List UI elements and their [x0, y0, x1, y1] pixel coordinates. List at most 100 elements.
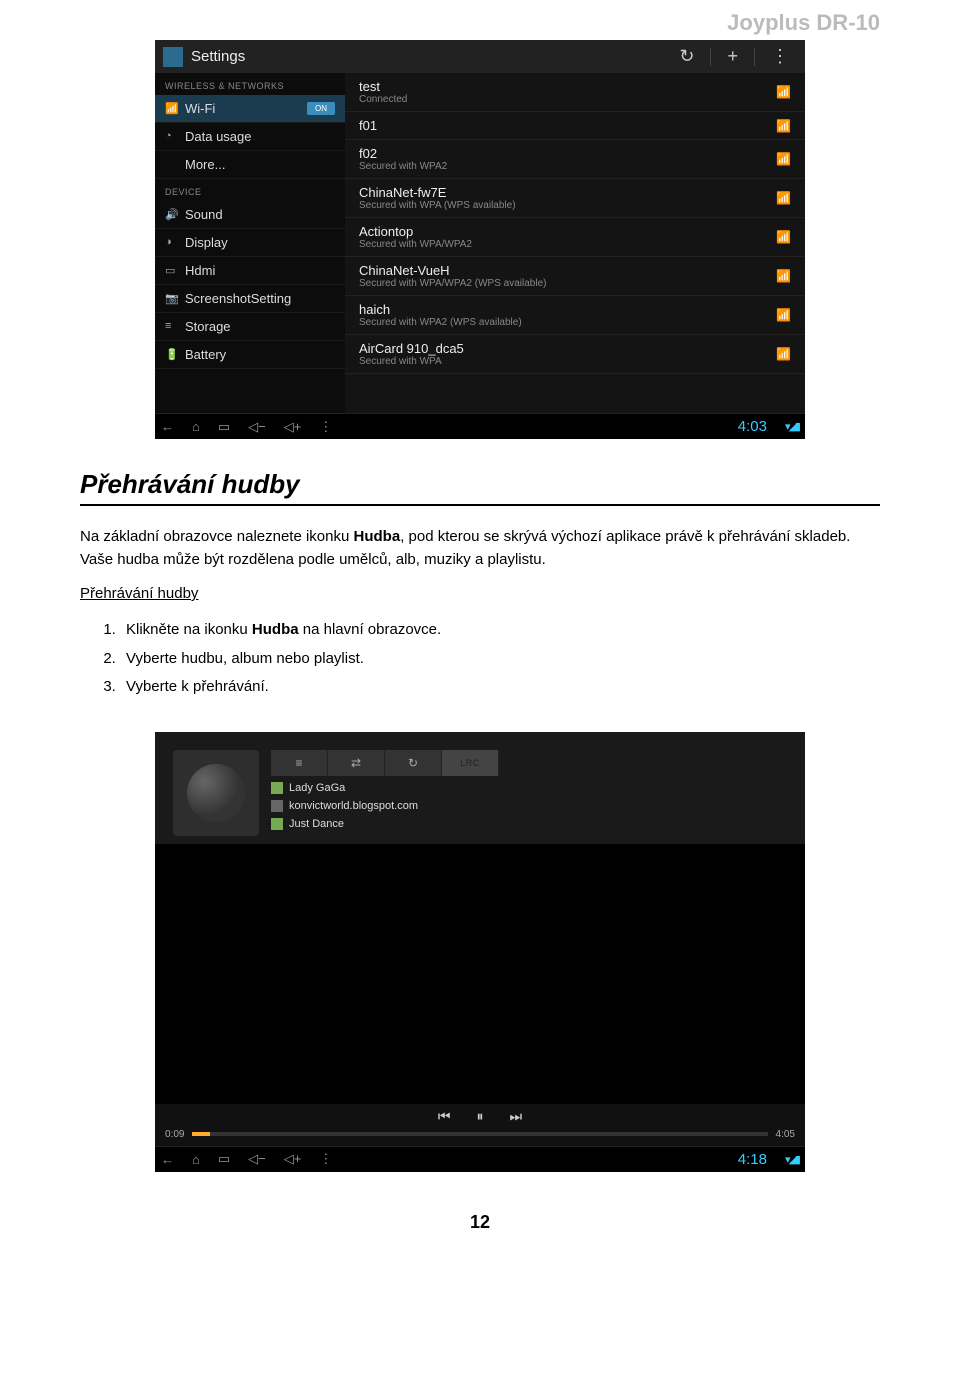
network-name: AirCard 910_dca5: [359, 341, 776, 356]
network-sub: Secured with WPA (WPS available): [359, 200, 776, 211]
next-track-icon[interactable]: ⏭: [510, 1108, 523, 1125]
sidebar-section-device: DEVICE: [155, 179, 345, 201]
wifi-network-item[interactable]: testConnected 📶: [345, 73, 805, 112]
network-sub: Secured with WPA: [359, 356, 776, 367]
wifi-signal-icon: 📶: [776, 85, 791, 99]
wifi-network-item[interactable]: ActiontopSecured with WPA/WPA2 📶: [345, 218, 805, 257]
nav-voldown-icon[interactable]: ◁−: [248, 419, 266, 435]
sidebar-item-label: More...: [185, 157, 225, 172]
nav-voldown-icon[interactable]: ◁−: [248, 1151, 266, 1167]
tab-shuffle-icon[interactable]: ⇄: [328, 750, 385, 776]
list-item: Klikněte na ikonku Hudba na hlavní obraz…: [120, 616, 880, 645]
progress-bar[interactable]: [192, 1132, 767, 1136]
wifi-signal-lock-icon: 📶: [776, 191, 791, 205]
nav-home-icon[interactable]: ⌂: [192, 1152, 200, 1167]
ordered-list: Klikněte na ikonku Hudba na hlavní obraz…: [80, 616, 880, 702]
settings-icon: [163, 47, 183, 67]
section-heading: Přehrávání hudby: [80, 469, 880, 502]
sidebar-item-label: Hdmi: [185, 263, 215, 278]
sidebar-item-label: Display: [185, 235, 228, 250]
network-name: f02: [359, 146, 776, 161]
pause-icon[interactable]: ⏸: [477, 1108, 484, 1125]
network-sub: Secured with WPA/WPA2 (WPS available): [359, 278, 776, 289]
wifi-network-list: testConnected 📶 f01 📶 f02Secured with WP…: [345, 73, 805, 413]
wifi-network-item[interactable]: ChinaNet-fw7ESecured with WPA (WPS avail…: [345, 179, 805, 218]
music-progress[interactable]: 0:09 4:05: [155, 1127, 805, 1146]
wifi-network-item[interactable]: f02Secured with WPA2 📶: [345, 140, 805, 179]
sidebar-item-storage[interactable]: ≡ Storage: [155, 313, 345, 341]
add-icon[interactable]: +: [719, 46, 746, 67]
music-tabs: ≡ ⇄ ↻ LRC: [271, 750, 787, 776]
paragraph: Na základní obrazovce naleznete ikonku H…: [80, 526, 880, 571]
nav-recents-icon[interactable]: ▭: [218, 1151, 230, 1167]
album-art: [173, 750, 259, 836]
album-tag-icon: [271, 800, 283, 812]
list-item: Vyberte hudbu, album nebo playlist.: [120, 645, 880, 674]
nav-back-icon[interactable]: ←: [161, 419, 174, 434]
sidebar-item-display[interactable]: ◑ Display: [155, 229, 345, 257]
more-icon: [165, 158, 179, 172]
wifi-signal-icon: 📶: [776, 119, 791, 133]
sub-heading: Přehrávání hudby: [80, 585, 880, 602]
wifi-icon: 📶: [165, 102, 179, 116]
wifi-network-item[interactable]: f01 📶: [345, 112, 805, 140]
network-name: ChinaNet-fw7E: [359, 185, 776, 200]
nav-more-icon[interactable]: ⋮: [319, 1151, 332, 1167]
network-sub: Secured with WPA2 (WPS available): [359, 317, 776, 328]
system-navbar: ← ⌂ ▭ ◁− ◁+ ⋮ 4:03 ▾◢▮: [155, 413, 805, 439]
time-current: 0:09: [165, 1129, 184, 1140]
music-artist-line: Lady GaGa: [271, 782, 787, 794]
nav-recents-icon[interactable]: ▭: [218, 419, 230, 435]
network-sub: Secured with WPA2: [359, 161, 776, 172]
sidebar-item-sound[interactable]: 🔊 Sound: [155, 201, 345, 229]
sidebar-item-screenshot[interactable]: 📷 ScreenshotSetting: [155, 285, 345, 313]
network-name: f01: [359, 118, 776, 133]
network-name: haich: [359, 302, 776, 317]
status-icons: ▾◢▮: [785, 1153, 799, 1166]
network-name: ChinaNet-VueH: [359, 263, 776, 278]
music-visual-area: [155, 844, 805, 1104]
sidebar-item-label: Data usage: [185, 129, 252, 144]
prev-track-icon[interactable]: ⏮: [438, 1108, 451, 1125]
menu-icon[interactable]: ⋮: [763, 46, 797, 67]
nav-volup-icon[interactable]: ◁+: [284, 1151, 302, 1167]
sidebar-item-more[interactable]: More...: [155, 151, 345, 179]
sidebar-item-label: Storage: [185, 319, 231, 334]
nav-home-icon[interactable]: ⌂: [192, 419, 200, 434]
camera-icon: 📷: [165, 292, 179, 306]
display-icon: ◑: [165, 236, 179, 250]
settings-screenshot: Settings ↻ + ⋮ WIRELESS & NETWORKS 📶 Wi-…: [155, 40, 805, 439]
storage-icon: ≡: [165, 320, 179, 334]
sidebar-item-hdmi[interactable]: ▭ Hdmi: [155, 257, 345, 285]
refresh-icon[interactable]: ↻: [671, 46, 702, 67]
list-item: Vyberte k přehrávání.: [120, 673, 880, 702]
heading-rule: [80, 504, 880, 506]
battery-icon: 🔋: [165, 348, 179, 362]
network-name: Actiontop: [359, 224, 776, 239]
tab-lrc[interactable]: LRC: [442, 750, 499, 776]
music-controls: ⏮ ⏸ ⏭: [155, 1104, 805, 1127]
tab-repeat-icon[interactable]: ↻: [385, 750, 442, 776]
wifi-signal-lock-icon: 📶: [776, 308, 791, 322]
nav-volup-icon[interactable]: ◁+: [284, 419, 302, 435]
settings-title: Settings: [191, 48, 245, 65]
settings-sidebar: WIRELESS & NETWORKS 📶 Wi-Fi ON ◔ Data us…: [155, 73, 345, 413]
tab-list-icon[interactable]: ≡: [271, 750, 328, 776]
wifi-network-item[interactable]: haichSecured with WPA2 (WPS available) 📶: [345, 296, 805, 335]
sound-icon: 🔊: [165, 208, 179, 222]
sidebar-item-label: Battery: [185, 347, 226, 362]
wifi-network-item[interactable]: AirCard 910_dca5Secured with WPA 📶: [345, 335, 805, 374]
sidebar-item-wifi[interactable]: 📶 Wi-Fi ON: [155, 95, 345, 123]
nav-back-icon[interactable]: ←: [161, 1152, 174, 1167]
nav-more-icon[interactable]: ⋮: [319, 419, 332, 435]
sidebar-item-data-usage[interactable]: ◔ Data usage: [155, 123, 345, 151]
music-song-line: Just Dance: [271, 818, 787, 830]
system-navbar: ← ⌂ ▭ ◁− ◁+ ⋮ 4:18 ▾◢▮: [155, 1146, 805, 1172]
music-screenshot: ≡ ⇄ ↻ LRC Lady GaGa konvictworld.blogspo…: [155, 732, 805, 1172]
wifi-toggle[interactable]: ON: [307, 102, 335, 115]
sidebar-item-label: Sound: [185, 207, 223, 222]
network-name: test: [359, 79, 776, 94]
wifi-network-item[interactable]: ChinaNet-VueHSecured with WPA/WPA2 (WPS …: [345, 257, 805, 296]
settings-header: Settings ↻ + ⋮: [155, 40, 805, 73]
sidebar-item-battery[interactable]: 🔋 Battery: [155, 341, 345, 369]
